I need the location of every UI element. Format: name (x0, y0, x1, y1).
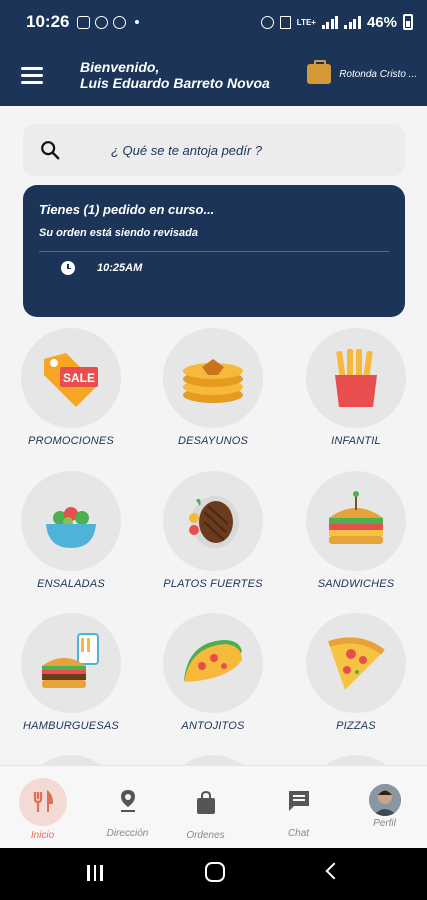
order-status: Su orden está siendo revisada (39, 227, 198, 239)
category-platos-fuertes[interactable]: PLATOS FUERTES (142, 471, 284, 590)
category-label: PIZZAS (336, 720, 376, 732)
order-time: 10:25AM (97, 262, 143, 274)
fork-knife-icon (33, 790, 53, 812)
signal-icon (321, 15, 339, 29)
app-header: Bienvenido, Luis Eduardo Barreto Novoa R… (0, 44, 427, 106)
category-desayunos[interactable]: DESAYUNOS (142, 328, 284, 447)
nav-label: Ordenes (186, 830, 225, 841)
whatsapp-icon (113, 15, 127, 29)
location-label: Rotonda Cristo ... (339, 68, 417, 80)
category-label: SANDWICHES (317, 578, 395, 590)
search-bar[interactable]: ¿ Qué se te antoja pedír ? (23, 124, 405, 176)
category-label: INFANTIL (331, 435, 381, 447)
briefcase-icon (307, 60, 332, 84)
network-type: LTE+ (296, 17, 316, 27)
nav-direccion[interactable]: Dirección (85, 788, 170, 839)
svg-text:SALE: SALE (63, 371, 95, 385)
category-label: ANTOJITOS (181, 720, 245, 732)
back-icon[interactable] (325, 862, 343, 880)
taco-icon (184, 640, 242, 682)
battery-icon (403, 14, 413, 30)
status-time: 10:26 (26, 12, 70, 31)
category-grid: SALE PROMOCIONES DESAYUNOS INFANTIL ENSA… (0, 328, 427, 765)
hamburger-icon (42, 633, 99, 688)
greeting: Bienvenido, (80, 59, 160, 75)
category-antojitos[interactable]: ANTOJITOS (142, 613, 284, 732)
welcome-text: Bienvenido, Luis Eduardo Barreto Novoa (80, 59, 270, 91)
nav-label: Inicio (30, 830, 55, 841)
search-placeholder: ¿ Qué se te antoja pedír ? (111, 142, 263, 158)
location-pin-icon (120, 790, 135, 812)
salad-bowl-icon (46, 507, 96, 548)
image-notification-icon (77, 15, 91, 29)
french-fries-icon (335, 349, 377, 407)
more-notifications-icon (135, 20, 140, 24)
category-ensaladas[interactable]: ENSALADAS (0, 471, 142, 590)
avatar-icon (368, 784, 401, 816)
sandwich-icon (329, 491, 383, 544)
whatsapp-icon (95, 15, 109, 29)
alarm-icon (260, 15, 274, 29)
nav-label: Perfil (373, 818, 396, 829)
category-label: DESAYUNOS (177, 435, 249, 447)
avatar (368, 784, 401, 816)
system-navigation-bar (0, 848, 427, 900)
category-promociones[interactable]: SALE PROMOCIONES (0, 328, 142, 447)
category-next-row[interactable] (285, 755, 427, 765)
category-next-row[interactable] (0, 755, 142, 765)
current-order-card[interactable]: Tienes (1) pedido en curso... Su orden e… (23, 185, 405, 317)
order-title: Tienes (1) pedido en curso... (39, 202, 215, 217)
category-hamburguesas[interactable]: HAMBURGUESAS (0, 613, 142, 732)
notification-icons (77, 15, 140, 29)
nav-perfil[interactable]: Perfil (342, 784, 427, 829)
category-label: PROMOCIONES (28, 435, 114, 447)
nav-chat[interactable]: Chat (256, 788, 341, 839)
clock-icon (61, 261, 75, 275)
shopping-bag-icon (196, 791, 215, 814)
category-label: PLATOS FUERTES (163, 578, 263, 590)
pizza-slice-icon (328, 637, 385, 690)
divider (39, 251, 389, 252)
category-next-row[interactable] (142, 755, 284, 765)
category-label: HAMBURGUESAS (23, 720, 119, 732)
nav-label: Chat (287, 828, 310, 839)
category-pizzas[interactable]: PIZZAS (285, 613, 427, 732)
steak-plate-icon (189, 496, 239, 548)
category-sandwiches[interactable]: SANDWICHES (285, 471, 427, 590)
mute-icon (279, 15, 291, 29)
user-name: Luis Eduardo Barreto Novoa (80, 75, 270, 91)
signal-icon (344, 15, 361, 29)
search-icon (41, 141, 60, 160)
nav-inicio[interactable]: Inicio (0, 778, 85, 841)
recent-apps-icon[interactable] (87, 865, 103, 881)
bottom-navigation: Inicio Dirección Ordenes Chat Perfil (0, 765, 427, 848)
status-bar: 10:26 LTE+ 46% (0, 0, 427, 44)
home-icon[interactable] (205, 862, 225, 882)
category-label: ENSALADAS (37, 578, 105, 590)
pancakes-icon (183, 359, 243, 403)
sale-tag-icon: SALE (44, 353, 98, 407)
nav-ordenes[interactable]: Ordenes (163, 790, 248, 841)
location-selector[interactable]: Rotonda Cristo ... (307, 60, 417, 84)
nav-label: Dirección (106, 828, 149, 839)
menu-icon[interactable] (21, 66, 43, 84)
chat-icon (288, 791, 309, 811)
category-infantil[interactable]: INFANTIL (285, 328, 427, 447)
battery-percent: 46% (366, 13, 397, 31)
